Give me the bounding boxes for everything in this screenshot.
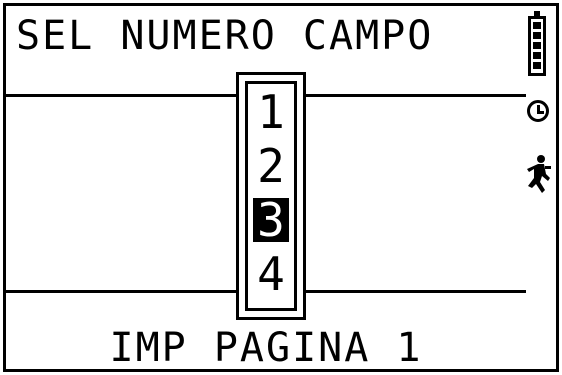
- battery-icon: [528, 11, 546, 76]
- print-page-label: IMP PAGINA 1: [109, 325, 423, 371]
- picker-option-selected[interactable]: 3: [248, 194, 294, 246]
- picker-option[interactable]: 4: [248, 248, 294, 300]
- picker-option[interactable]: 2: [248, 140, 294, 192]
- lcd-screen: SEL NUMERO CAMPO 1 2 3 4 IMP PAGINA 1: [3, 3, 559, 372]
- field-number-picker[interactable]: 1 2 3 4: [236, 72, 306, 320]
- picker-option[interactable]: 1: [248, 86, 294, 138]
- picker-frame: 1 2 3 4: [245, 81, 297, 311]
- screen-title: SEL NUMERO CAMPO: [16, 13, 434, 59]
- clock-icon: [527, 100, 549, 122]
- status-column: [522, 6, 556, 206]
- runner-icon: [526, 154, 552, 194]
